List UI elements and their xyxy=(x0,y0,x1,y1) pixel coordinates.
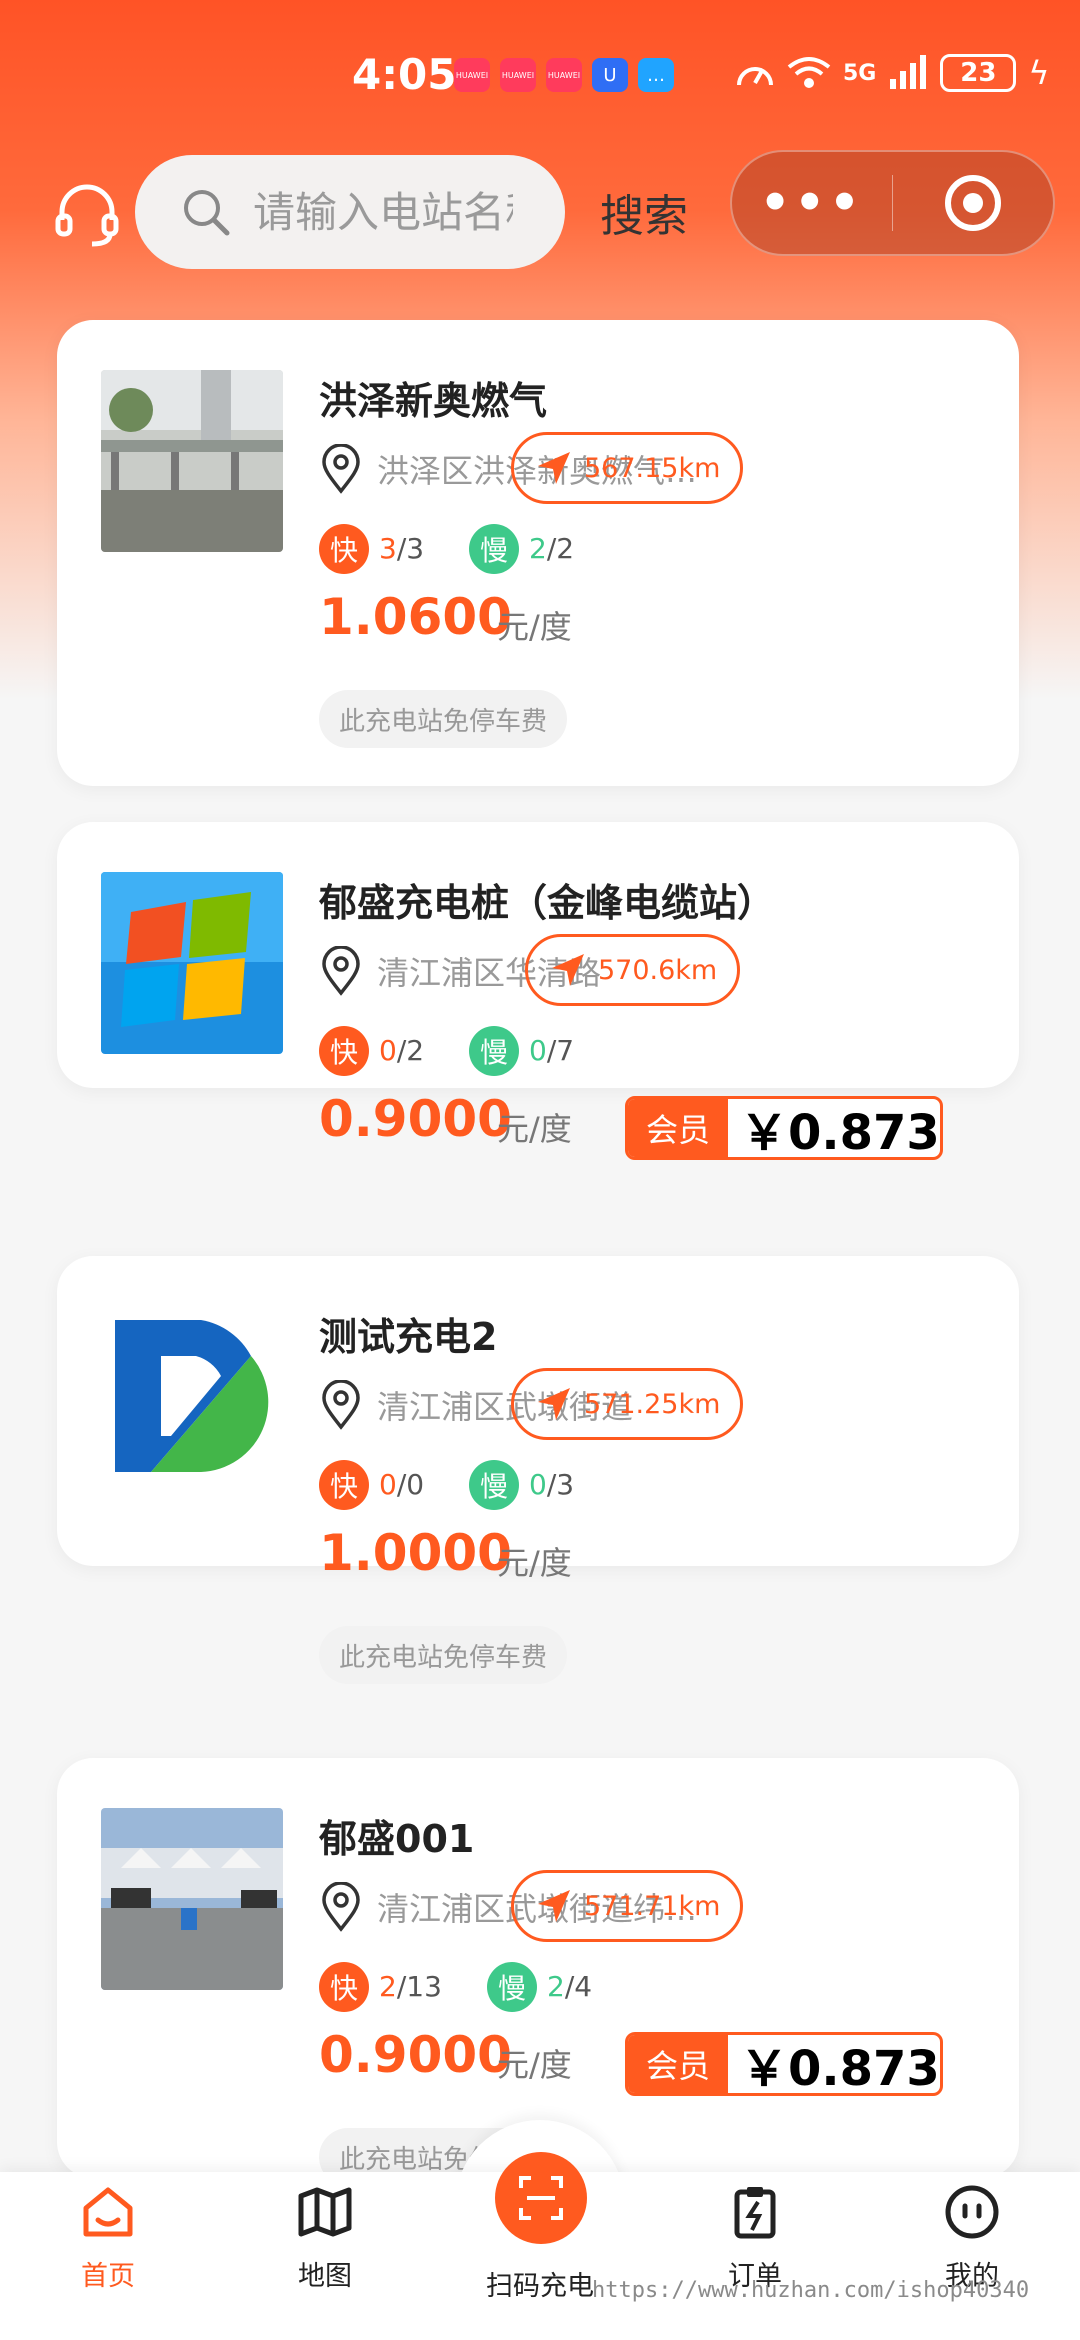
fast-charger-badge: 快 xyxy=(319,1962,369,2012)
system-icons: 5G 23 ϟ xyxy=(735,54,1049,92)
headset-icon[interactable] xyxy=(52,180,122,250)
mini-program-capsule: ••• xyxy=(730,150,1055,256)
member-price: ￥0.873 xyxy=(740,2041,940,2096)
location-pin-icon xyxy=(322,1882,360,1932)
status-time: 4:05 xyxy=(352,50,457,99)
close-mini-program-button[interactable] xyxy=(893,172,1053,234)
tab-map-label: 地图 xyxy=(298,2261,352,2292)
station-card[interactable]: 洪泽新奥燃气 洪泽区洪泽新奥燃气… 567.15km 快 3/3 慢 2/2 1… xyxy=(57,320,1019,786)
signal-icon xyxy=(890,55,927,89)
huawei-app-icon: HUAWEI xyxy=(454,58,490,92)
slow-charger-badge: 慢 xyxy=(469,524,519,574)
navigation-arrow-icon xyxy=(538,1388,570,1420)
price-value: 1.0000 xyxy=(319,1524,512,1582)
fast-charger-count: 2/13 xyxy=(379,1970,442,2003)
slow-charger-count: 0/3 xyxy=(529,1468,575,1501)
member-price-tag: 会员 ￥0.873 xyxy=(625,1096,943,1160)
wifi-icon xyxy=(787,57,831,88)
price-unit: 元/度 xyxy=(497,1110,572,1148)
price-value: 0.9000 xyxy=(319,2026,512,2084)
slow-charger-badge: 慢 xyxy=(469,1026,519,1076)
price-value: 1.0600 xyxy=(319,588,512,646)
navigation-arrow-icon xyxy=(538,452,570,484)
station-card[interactable]: 郁盛充电桩（金峰电缆站） 清江浦区华清路 570.6km 快 0/2 慢 0/7… xyxy=(57,822,1019,1160)
slow-charger-count: 0/7 xyxy=(529,1034,575,1067)
search-box[interactable] xyxy=(135,155,565,269)
more-menu-button[interactable]: ••• xyxy=(732,175,892,231)
tab-map[interactable]: 地图 xyxy=(255,2182,395,2293)
message-icon: … xyxy=(638,58,674,92)
fast-charger-count: 0/0 xyxy=(379,1468,425,1501)
member-price-tag: 会员 ￥0.873 xyxy=(625,2032,943,2096)
notification-icons: HUAWEI HUAWEI HUAWEI U … xyxy=(454,58,674,92)
profile-face-icon xyxy=(945,2185,999,2239)
free-parking-tag: 此充电站免停车费 xyxy=(319,690,568,748)
station-name: 测试充电2 xyxy=(319,1315,498,1359)
network-type: 5G xyxy=(843,60,877,86)
slow-charger-badge: 慢 xyxy=(487,1962,537,2012)
huawei-app-icon: HUAWEI xyxy=(500,58,536,92)
distance-text: 571.25km xyxy=(584,1388,721,1420)
target-icon xyxy=(945,175,1002,231)
distance-text: 570.6km xyxy=(598,954,718,986)
scan-qr-icon xyxy=(519,2176,563,2220)
station-name: 洪泽新奥燃气 xyxy=(319,379,548,423)
fast-charger-count: 3/3 xyxy=(379,532,425,565)
station-photo xyxy=(101,1306,283,1488)
free-parking-tag: 此充电站免停车费 xyxy=(319,1626,568,1684)
slow-charger-count: 2/4 xyxy=(547,1970,593,2003)
station-photo xyxy=(101,370,283,552)
price-value: 0.9000 xyxy=(319,1090,512,1148)
tab-home-label: 首页 xyxy=(81,2261,135,2292)
slow-charger-count: 2/2 xyxy=(529,532,575,565)
slow-charger-badge: 慢 xyxy=(469,1460,519,1510)
watermark-text: https://www.huzhan.com/ishop40340 xyxy=(592,2278,1030,2303)
app-notification-icon: U xyxy=(592,58,628,92)
navigate-distance-button[interactable]: 571.25km xyxy=(511,1368,744,1440)
price-unit: 元/度 xyxy=(497,1544,572,1582)
navigate-distance-button[interactable]: 567.15km xyxy=(511,432,744,504)
navigation-arrow-icon xyxy=(538,1890,570,1922)
station-name: 郁盛001 xyxy=(319,1817,475,1861)
location-pin-icon xyxy=(322,1380,360,1430)
location-pin-icon xyxy=(322,444,360,494)
station-photo xyxy=(101,1808,283,1990)
battery-indicator: 23 xyxy=(940,54,1017,92)
fast-charger-badge: 快 xyxy=(319,1026,369,1076)
price-unit: 元/度 xyxy=(497,2046,572,2084)
fast-charger-count: 0/2 xyxy=(379,1034,425,1067)
station-photo xyxy=(101,872,283,1054)
navigate-distance-button[interactable]: 571.71km xyxy=(511,1870,744,1942)
member-label: 会员 xyxy=(628,1099,728,1157)
charging-bolt-icon: ϟ xyxy=(1028,54,1050,92)
search-input[interactable] xyxy=(253,187,513,237)
map-icon xyxy=(298,2187,352,2237)
scan-charge-button[interactable] xyxy=(495,2152,587,2244)
distance-text: 567.15km xyxy=(584,452,721,484)
location-pin-icon xyxy=(322,946,360,996)
navigation-arrow-icon xyxy=(552,954,584,986)
tab-mine[interactable]: 我的 xyxy=(902,2182,1042,2293)
price-unit: 元/度 xyxy=(497,608,572,646)
search-button[interactable]: 搜索 xyxy=(600,180,688,244)
navigate-distance-button[interactable]: 570.6km xyxy=(525,934,741,1006)
tab-orders[interactable]: 订单 xyxy=(685,2182,825,2293)
fast-charger-badge: 快 xyxy=(319,524,369,574)
member-label: 会员 xyxy=(628,2035,728,2093)
distance-text: 571.71km xyxy=(584,1890,721,1922)
header: 搜索 ••• xyxy=(0,150,1080,280)
order-clipboard-icon xyxy=(734,2187,776,2239)
tab-home[interactable]: 首页 xyxy=(38,2182,178,2293)
station-card[interactable]: 测试充电2 清江浦区武墩街道 571.25km 快 0/0 慢 0/3 1.00… xyxy=(57,1256,1019,1684)
status-bar: 4:05 HUAWEI HUAWEI HUAWEI U … 5G 23 ϟ xyxy=(0,0,1080,150)
fast-charger-badge: 快 xyxy=(319,1460,369,1510)
search-icon xyxy=(184,190,230,236)
speedometer-icon xyxy=(737,67,773,86)
tab-scan-label: 扫码充电 xyxy=(486,2271,594,2302)
home-icon xyxy=(83,2187,133,2237)
huawei-app-icon: HUAWEI xyxy=(546,58,582,92)
member-price: ￥0.873 xyxy=(740,1105,940,1160)
station-card[interactable]: 郁盛001 清江浦区武墩街道纬… 571.71km 快 2/13 慢 2/4 0… xyxy=(57,1758,1019,2186)
station-name: 郁盛充电桩（金峰电缆站） xyxy=(319,881,776,925)
